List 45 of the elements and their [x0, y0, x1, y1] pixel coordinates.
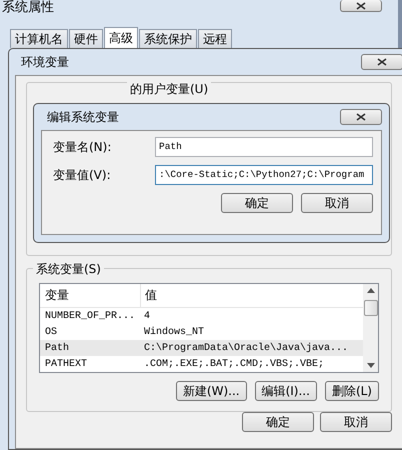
field-label: 变量名(N):	[53, 138, 112, 156]
input-field[interactable]: Path	[155, 137, 373, 157]
input-field[interactable]: :\Core-Static;C:\Python27;C:\Program	[155, 165, 373, 185]
table-row[interactable]: OS Windows_NT	[40, 324, 363, 340]
table-row[interactable]: Path C:\ProgramData\Oracle\Java\java...	[40, 340, 363, 356]
table-cell-text: C:\ProgramData\Oracle\Java\java...	[143, 342, 350, 354]
table-row[interactable]: NUMBER_OF_PR... 4	[40, 308, 363, 324]
close-button[interactable]	[361, 54, 402, 70]
tab[interactable]: 高级	[104, 27, 138, 48]
dialog-button[interactable]: 确定	[242, 412, 314, 432]
tab[interactable]: 计算机名	[10, 29, 68, 48]
close-icon	[356, 2, 366, 10]
table-cell-text: 4	[143, 310, 152, 322]
dialog-title: 编辑系统变量	[47, 108, 119, 126]
dialog-button[interactable]: 取消	[301, 193, 373, 213]
column-header[interactable]: 变量	[40, 284, 141, 307]
table-row[interactable]: PATHEXT .COM;.EXE;.BAT;.CMD;.VBS;.VBE;	[40, 356, 363, 372]
close-button[interactable]	[340, 109, 382, 125]
tab[interactable]: 系统保护	[139, 29, 197, 48]
window-title: 系统属性	[2, 0, 54, 16]
dialog-button[interactable]: 新建(W)...	[176, 381, 247, 401]
dialog-button[interactable]: 确定	[221, 193, 293, 213]
dialog-button[interactable]: 编辑(I)...	[254, 381, 317, 401]
table-cell-text: Path	[44, 342, 70, 354]
close-icon	[356, 113, 366, 121]
scrollbar[interactable]	[363, 284, 378, 372]
column-header[interactable]: 值	[141, 284, 363, 307]
group-label: 系统变量(S)	[33, 261, 104, 278]
scroll-up-icon[interactable]	[366, 288, 374, 293]
tab[interactable]: 硬件	[69, 29, 103, 48]
dialog-button[interactable]: 取消	[320, 412, 392, 432]
scroll-down-icon[interactable]	[366, 363, 374, 368]
table-cell-text: NUMBER_OF_PR...	[44, 310, 136, 322]
close-button[interactable]	[340, 0, 382, 12]
dialog-button[interactable]: 删除(L)	[324, 381, 379, 401]
scroll-thumb[interactable]	[364, 300, 378, 316]
table-cell-text: OS	[44, 326, 58, 338]
dialog-title: 环境变量	[21, 54, 69, 70]
close-icon	[377, 58, 387, 66]
table-cell-text: PATHEXT	[44, 358, 88, 370]
table-cell-text: Windows_NT	[143, 326, 206, 338]
tab[interactable]: 远程	[198, 29, 232, 48]
field-label: 变量值(V):	[53, 166, 112, 184]
group-label: 的用户变量(U)	[127, 81, 212, 98]
table-cell-text: .COM;.EXE;.BAT;.CMD;.VBS;.VBE;	[143, 358, 326, 370]
